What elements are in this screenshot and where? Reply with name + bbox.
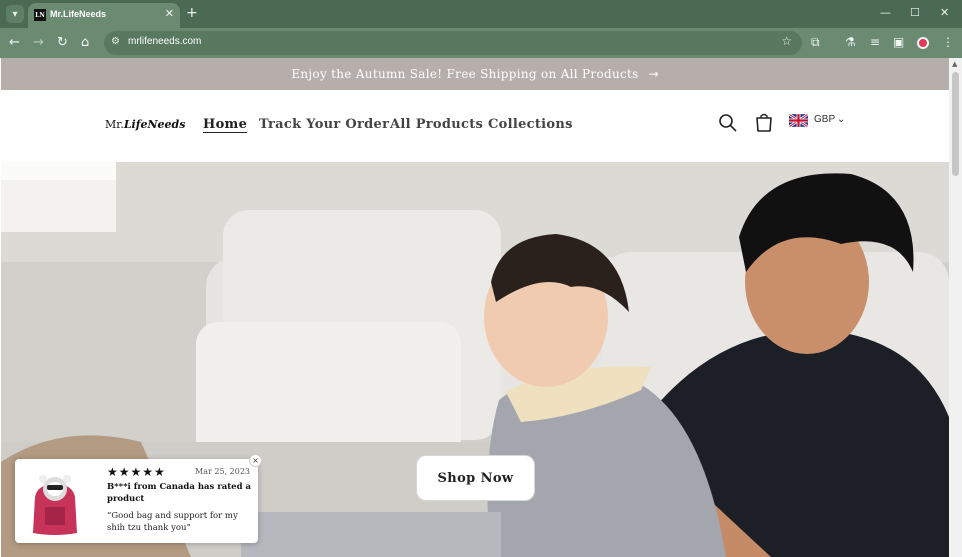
product-thumbnail[interactable] (27, 467, 83, 537)
announcement-bar[interactable]: Enjoy the Autumn Sale! Free Shipping on … (1, 58, 949, 90)
browser-tab-strip: ▾ LN Mr.LifeNeeds ✕ + — ☐ ✕ (0, 0, 962, 28)
page-scrollbar[interactable]: ▲ (949, 58, 962, 557)
search-icon[interactable] (718, 113, 738, 133)
announcement-text: Enjoy the Autumn Sale! Free Shipping on … (291, 67, 639, 81)
cart-icon[interactable] (754, 113, 774, 133)
minimize-icon[interactable]: — (880, 6, 891, 19)
scroll-up-icon[interactable]: ▲ (952, 60, 957, 68)
reload-icon[interactable]: ↻ (57, 35, 68, 51)
maximize-icon[interactable]: ☐ (910, 6, 920, 19)
tab-title: Mr.LifeNeeds (50, 9, 107, 19)
web-page: Enjoy the Autumn Sale! Free Shipping on … (1, 58, 949, 557)
nav-all-products[interactable]: All Products (390, 117, 483, 132)
review-popup[interactable]: ★★★★★ Mar 25, 2023 B***i from Canada has… (15, 459, 258, 543)
chevron-down-icon[interactable]: ⌄ (565, 117, 573, 128)
site-info-icon[interactable]: ⚙ (111, 36, 120, 47)
currency-chevron-icon[interactable]: ⌄ (837, 114, 845, 125)
browser-tab[interactable]: LN Mr.LifeNeeds ✕ (28, 3, 180, 28)
forward-icon[interactable]: → (33, 35, 44, 51)
close-icon[interactable]: ✕ (165, 7, 174, 20)
back-icon[interactable]: ← (9, 35, 20, 51)
site-favicon: LN (34, 9, 46, 21)
scroll-thumb[interactable] (952, 72, 959, 176)
url-text[interactable]: mrlifeneeds.com (128, 36, 201, 47)
lab-icon[interactable]: ⚗ (845, 35, 856, 49)
nav-track-order[interactable]: Track Your Order (259, 117, 389, 132)
currency-selector[interactable]: GBP (814, 114, 835, 125)
review-quote: “Good bag and support for my shih tzu th… (107, 511, 238, 533)
close-popup-icon[interactable]: × (249, 454, 262, 467)
rating-stars: ★★★★★ (107, 465, 166, 479)
home-icon[interactable]: ⌂ (81, 35, 89, 51)
logo-prefix: Mr. (105, 118, 124, 131)
bookmark-star-icon[interactable]: ☆ (781, 34, 792, 48)
nav-home[interactable]: Home (203, 117, 247, 132)
arrow-right-icon: → (648, 67, 659, 81)
site-logo[interactable]: Mr.LifeNeeds (105, 118, 185, 131)
shop-now-button[interactable]: Shop Now (416, 455, 535, 501)
address-bar[interactable]: ⚙ mrlifeneeds.com ☆ (104, 31, 802, 55)
extensions-icon[interactable]: ⧉ (811, 35, 820, 50)
uk-flag-icon[interactable] (789, 114, 808, 127)
new-tab-icon[interactable]: + (186, 5, 198, 21)
review-date: Mar 25, 2023 (195, 467, 250, 476)
media-icon[interactable]: ≡ (870, 35, 880, 49)
menu-icon[interactable]: ⋮ (942, 35, 954, 49)
profile-icon[interactable] (917, 37, 929, 49)
tab-search-icon[interactable]: ▾ (6, 5, 24, 23)
review-headline: B***i from Canada has rated a product (107, 482, 251, 504)
logo-name: LifeNeeds (123, 118, 186, 131)
side-panel-icon[interactable]: ▣ (893, 35, 904, 49)
browser-toolbar: ← → ↻ ⌂ ⚙ mrlifeneeds.com ☆ ⧉ ⚗ ≡ ▣ ⋮ (0, 28, 962, 58)
nav-collections[interactable]: Collections (488, 117, 573, 132)
site-header: Mr.LifeNeeds Home Track Your Order All P… (1, 90, 949, 162)
window-close-icon[interactable]: ✕ (940, 6, 949, 19)
